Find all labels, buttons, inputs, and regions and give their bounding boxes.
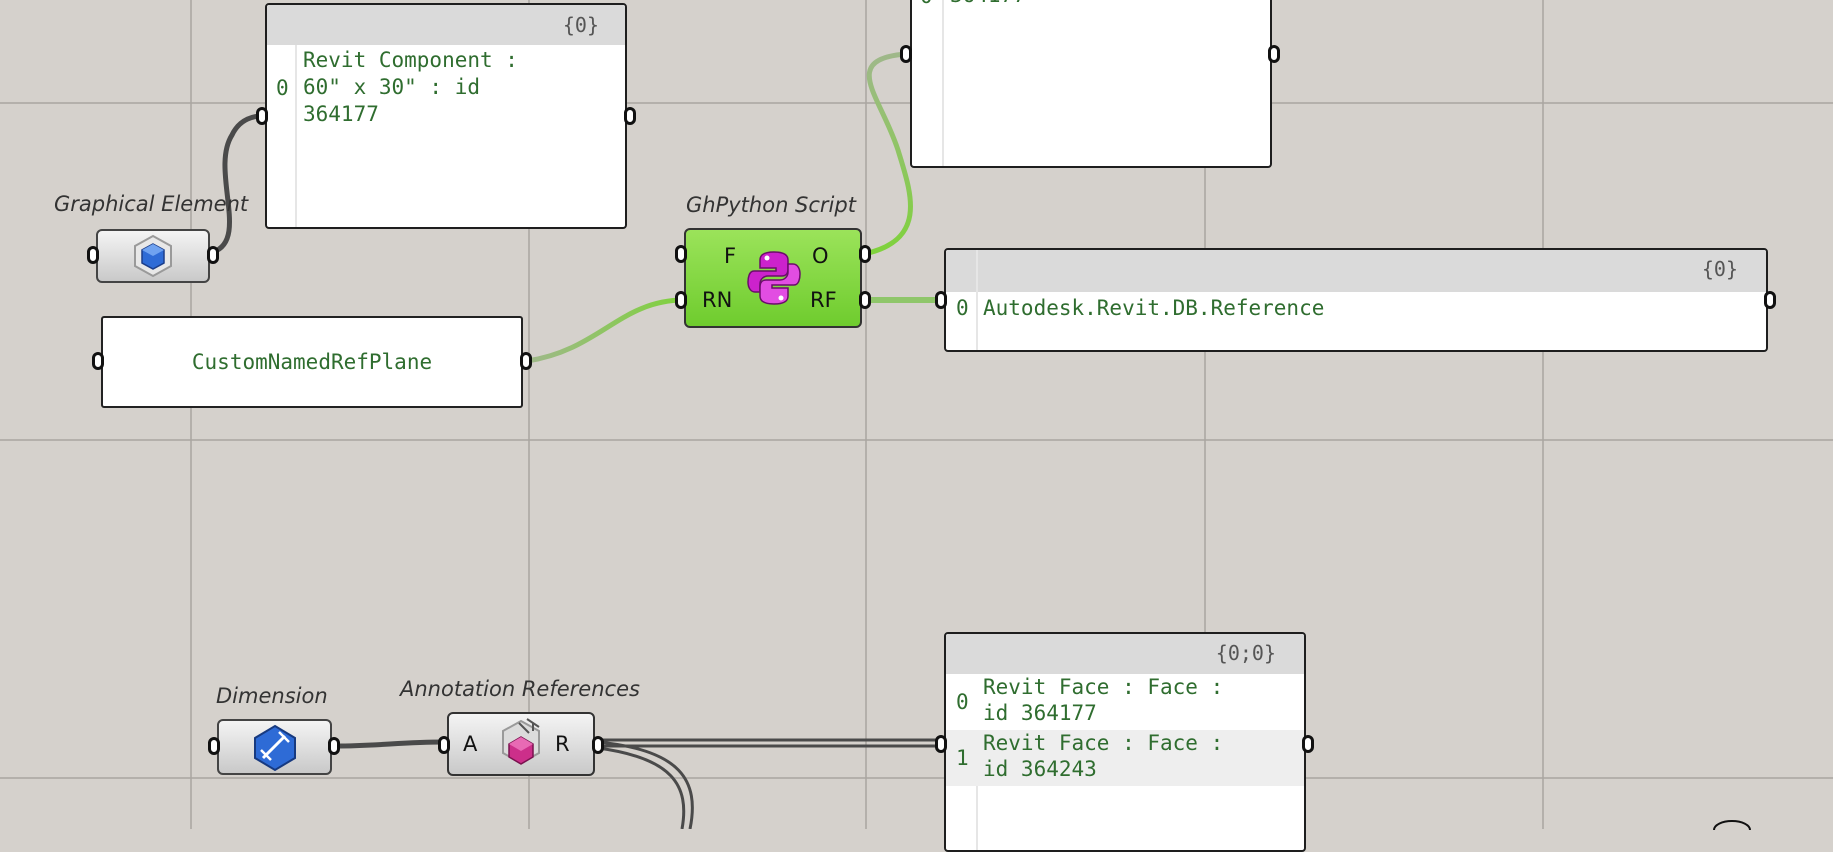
dimension-output-grip[interactable]: [328, 737, 340, 755]
ghpython-component[interactable]: F RN O RF: [684, 228, 862, 328]
panel-line-3: 364177: [303, 102, 379, 126]
reference-panel-text: Autodesk.Revit.DB.Reference: [983, 296, 1325, 320]
wire-name-to-python-RN: [526, 297, 685, 364]
reference-panel-path: {0}: [1701, 257, 1738, 281]
annotation-refs-R-grip[interactable]: [592, 736, 604, 754]
custom-name-text: CustomNamedRefPlane: [191, 350, 433, 374]
annotation-refs-output-R[interactable]: R: [555, 732, 570, 756]
faces-row-index: 1: [956, 746, 969, 770]
revit-element-cube-icon: [134, 234, 172, 278]
dimension-param[interactable]: [217, 719, 332, 775]
top-panel-input-grip[interactable]: [900, 45, 912, 63]
wire-element-to-panel: [211, 113, 263, 255]
reference-panel-output-grip[interactable]: [1764, 291, 1776, 309]
wire-annotation-down-b: [597, 746, 686, 829]
ghpython-F-grip[interactable]: [675, 245, 687, 263]
component-panel-input-grip[interactable]: [256, 107, 268, 125]
faces-row-line1: Revit Face : Face :: [983, 675, 1224, 699]
faces-panel-input-grip[interactable]: [935, 735, 947, 753]
dimension-input-grip[interactable]: [208, 737, 220, 755]
panel-index: 0: [276, 76, 289, 100]
ghpython-O-grip[interactable]: [859, 245, 871, 263]
top-panel[interactable]: 0 364177: [910, 0, 1272, 168]
ghpython-input-RN[interactable]: RN: [702, 288, 732, 312]
faces-row-line2: id 364177: [983, 701, 1097, 725]
faces-row-line2: id 364243: [983, 757, 1097, 781]
ghpython-label: GhPython Script: [686, 193, 856, 217]
custom-name-panel[interactable]: CustomNamedRefPlane: [101, 316, 523, 408]
wire-dimension-to-annotation: [334, 739, 446, 749]
top-panel-text: 364177: [950, 0, 1026, 9]
graphical-element-label: Graphical Element: [54, 192, 249, 216]
reference-panel[interactable]: {0} 0 Autodesk.Revit.DB.Reference: [944, 248, 1768, 352]
panel-header: {0}: [267, 5, 625, 45]
dimension-label: Dimension: [216, 684, 328, 708]
wire-python-O-to-top-panel: [863, 51, 913, 257]
ghpython-RF-grip[interactable]: [859, 291, 871, 309]
annotation-refs-component[interactable]: A R: [447, 712, 595, 776]
faces-panel[interactable]: {0;0} 0 Revit Face : Face : id 364177 1 …: [944, 632, 1306, 852]
python-logo-icon: [747, 251, 801, 305]
top-panel-index: 0: [920, 0, 933, 8]
annotation-references-icon: [502, 718, 540, 765]
faces-panel-path: {0;0}: [1215, 641, 1276, 665]
annotation-refs-A-grip[interactable]: [438, 736, 450, 754]
annotation-refs-label: Annotation References: [400, 677, 640, 701]
ghpython-output-RF[interactable]: RF: [810, 288, 837, 312]
ghpython-input-F[interactable]: F: [724, 244, 736, 268]
faces-row: 1 Revit Face : Face : id 364243: [946, 730, 1304, 786]
graphical-element-output-grip[interactable]: [207, 246, 219, 264]
top-panel-output-grip[interactable]: [1268, 45, 1280, 63]
custom-name-input-grip[interactable]: [92, 352, 104, 370]
dimension-icon: [254, 724, 296, 772]
faces-row-line1: Revit Face : Face :: [983, 731, 1224, 755]
partial-widget-icon: [1713, 820, 1751, 830]
reference-panel-index: 0: [956, 296, 969, 320]
panel-line-2: 60" x 30" : id: [303, 75, 481, 99]
faces-row-index: 0: [956, 690, 969, 714]
panel-line-1: Revit Component :: [303, 48, 518, 72]
reference-panel-header: {0}: [946, 250, 1766, 292]
graphical-element-param[interactable]: [96, 229, 210, 283]
faces-row: 0 Revit Face : Face : id 364177: [946, 674, 1304, 730]
ghpython-RN-grip[interactable]: [675, 291, 687, 309]
faces-panel-header: {0;0}: [946, 634, 1304, 674]
component-panel[interactable]: {0} 0 Revit Component : 60" x 30" : id 3…: [265, 3, 627, 229]
component-panel-output-grip[interactable]: [624, 107, 636, 125]
ghpython-output-O[interactable]: O: [812, 244, 829, 268]
panel-path: {0}: [562, 13, 599, 37]
annotation-refs-input-A[interactable]: A: [463, 732, 477, 756]
graphical-element-input-grip[interactable]: [87, 246, 99, 264]
faces-panel-output-grip[interactable]: [1302, 735, 1314, 753]
reference-panel-input-grip[interactable]: [935, 291, 947, 309]
custom-name-output-grip[interactable]: [520, 352, 532, 370]
